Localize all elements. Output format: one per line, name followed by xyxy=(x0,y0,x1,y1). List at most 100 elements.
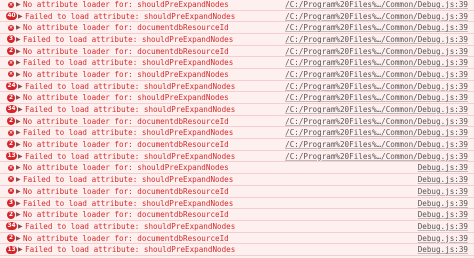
console-message-row[interactable]: × ▶ No attribute loader for: shouldPreExpa… xyxy=(0,0,474,11)
source-link[interactable]: /C:/Program%20Files%…/Common/Debug.js:39 xyxy=(285,0,468,11)
source-link[interactable]: /C:/Program%20Files%…/Common/Debug.js:39 xyxy=(285,34,468,46)
expand-triangle-icon[interactable]: ▶ xyxy=(18,81,23,93)
repeat-count-badge: 2 xyxy=(7,233,15,242)
console-message-row[interactable]: × ▶ No attribute loader for: documentdbRes… xyxy=(0,185,474,198)
console-message-text: No attribute loader for: shouldPreExpand… xyxy=(23,0,229,9)
console-message-row[interactable]: 3 ▶ Failed to load attribute: shouldPreExp… xyxy=(0,33,474,46)
error-circle-icon: × xyxy=(8,176,14,183)
console-message-text: No attribute loader for: shouldPreExpand… xyxy=(23,93,229,103)
console-message-text: No attribute loader for: shouldPreExpand… xyxy=(23,69,229,79)
expand-triangle-icon[interactable]: ▶ xyxy=(16,139,21,151)
console-message-row[interactable]: 13 ▶ Failed to load attribute: shouldPreEx… xyxy=(0,150,474,163)
expand-triangle-icon[interactable]: ▶ xyxy=(16,198,21,210)
console-message-row[interactable]: 34 ▶ Failed to load attribute: shouldPreEx… xyxy=(0,220,474,233)
source-link[interactable]: Debug.js:39 xyxy=(418,209,468,221)
expand-triangle-icon[interactable]: ▶ xyxy=(18,104,23,116)
console-message-row[interactable]: 3 ▶ Failed to load attribute: shouldPreExp… xyxy=(0,197,474,210)
expand-triangle-icon[interactable]: ▶ xyxy=(16,186,21,198)
error-circle-icon: × xyxy=(8,188,14,195)
repeat-count-badge: 2 xyxy=(7,210,15,219)
expand-triangle-icon[interactable]: ▶ xyxy=(16,69,21,81)
console-message-text: No attribute loader for: documentdbResou… xyxy=(23,210,229,220)
console-message-text: Failed to load attribute: shouldPreExpan… xyxy=(25,151,236,161)
error-circle-icon: × xyxy=(8,1,14,8)
source-link[interactable]: Debug.js:39 xyxy=(418,162,468,174)
console-message-row[interactable]: 40 ▶ Failed to load attribute: shouldPreEx… xyxy=(0,10,474,23)
expand-triangle-icon[interactable]: ▶ xyxy=(16,34,21,46)
console-message-row[interactable]: 34 ▶ Failed to load attribute: shouldPreEx… xyxy=(0,104,474,116)
error-circle-icon: × xyxy=(8,59,14,66)
console-message-row[interactable]: × ▶ Failed to load attribute: shouldPreExp… xyxy=(0,57,474,69)
console-message-text: Failed to load attribute: shouldPreExpan… xyxy=(23,175,234,185)
source-link[interactable]: /C:/Program%20Files%…/Common/Debug.js:39 xyxy=(285,127,468,139)
expand-triangle-icon[interactable]: ▶ xyxy=(18,11,23,23)
console-message-row[interactable]: 2 ▶ No attribute loader for: shouldPreExpa… xyxy=(0,92,474,104)
expand-triangle-icon[interactable]: ▶ xyxy=(16,116,21,128)
console-message-row[interactable]: × ▶ No attribute loader for: documentdbRes… xyxy=(0,22,474,34)
console-message-row[interactable]: 2 ▶ No attribute loader for: documentdbRes… xyxy=(0,232,474,245)
console-message-text: No attribute loader for: documentdbResou… xyxy=(23,186,229,196)
error-circle-icon: × xyxy=(8,164,14,171)
expand-triangle-icon[interactable]: ▶ xyxy=(16,174,21,186)
expand-triangle-icon[interactable]: ▶ xyxy=(18,244,23,256)
expand-triangle-icon[interactable]: ▶ xyxy=(16,233,21,245)
error-circle-icon: × xyxy=(8,129,14,136)
console-log-list: × ▶ No attribute loader for: shouldPreExpa… xyxy=(0,0,474,258)
source-link[interactable]: /C:/Program%20Files%…/Common/Debug.js:39 xyxy=(285,104,468,116)
console-message-row[interactable]: 2 ▶ No attribute loader for: documentdbRes… xyxy=(0,45,474,58)
console-message-text: Failed to load attribute: shouldPreExpan… xyxy=(25,221,236,231)
expand-triangle-icon[interactable]: ▶ xyxy=(18,221,23,233)
console-message-row[interactable]: 2 ▶ No attribute loader for: documentdbRes… xyxy=(0,209,474,221)
console-message-row[interactable]: 2 ▶ No attribute loader for: documentdbRes… xyxy=(0,139,474,151)
console-message-text: No attribute loader for: documentdbResou… xyxy=(23,233,229,243)
console-message-text: Failed to load attribute: shouldPreExpan… xyxy=(23,58,234,68)
source-link[interactable]: /C:/Program%20Files%…/Common/Debug.js:39 xyxy=(285,57,468,69)
repeat-count-badge: 2 xyxy=(7,93,15,102)
repeat-count-badge: 24 xyxy=(6,81,18,90)
console-message-row[interactable]: 24 ▶ Failed to load attribute: shouldPreEx… xyxy=(0,80,474,93)
expand-triangle-icon[interactable]: ▶ xyxy=(16,92,21,104)
console-message-row[interactable]: × ▶ No attribute loader for: shouldPreExpa… xyxy=(0,162,474,175)
repeat-count-badge: 34 xyxy=(6,222,18,231)
source-link[interactable]: Debug.js:39 xyxy=(418,221,468,233)
console-message-row[interactable]: × ▶ No attribute loader for: shouldPreExpa… xyxy=(0,68,474,81)
source-link[interactable]: /C:/Program%20Files%…/Common/Debug.js:39 xyxy=(285,139,468,151)
error-circle-icon: × xyxy=(8,71,14,78)
source-link[interactable]: Debug.js:39 xyxy=(418,233,468,245)
console-message-text: Failed to load attribute: shouldPreExpan… xyxy=(23,34,234,44)
console-message-text: No attribute loader for: documentdbResou… xyxy=(23,23,229,33)
source-link[interactable]: Debug.js:39 xyxy=(418,186,468,198)
expand-triangle-icon[interactable]: ▶ xyxy=(16,22,21,34)
repeat-count-badge: 40 xyxy=(6,11,18,20)
source-link[interactable]: /C:/Program%20Files%…/Common/Debug.js:39 xyxy=(285,46,468,58)
console-message-text: Failed to load attribute: shouldPreExpan… xyxy=(25,245,236,255)
expand-triangle-icon[interactable]: ▶ xyxy=(16,209,21,221)
source-link[interactable]: /C:/Program%20Files%…/Common/Debug.js:39 xyxy=(285,81,468,93)
source-link[interactable]: /C:/Program%20Files%…/Common/Debug.js:39 xyxy=(285,151,468,163)
expand-triangle-icon[interactable]: ▶ xyxy=(16,127,21,139)
console-message-row[interactable]: 13 ▶ Failed to load attribute: shouldPreEx… xyxy=(0,244,474,256)
source-link[interactable]: Debug.js:39 xyxy=(418,198,468,210)
expand-triangle-icon[interactable]: ▶ xyxy=(16,57,21,69)
source-link[interactable]: /C:/Program%20Files%…/Common/Debug.js:39 xyxy=(285,11,468,23)
source-link[interactable]: /C:/Program%20Files%…/Common/Debug.js:39 xyxy=(285,69,468,81)
console-message-text: No attribute loader for: documentdbResou… xyxy=(23,46,229,56)
repeat-count-badge: 3 xyxy=(7,35,15,44)
console-message-row[interactable]: × ▶ Failed to load attribute: shouldPreExp… xyxy=(0,127,474,140)
repeat-count-badge: 2 xyxy=(7,46,15,55)
console-message-text: Failed to load attribute: shouldPreExpan… xyxy=(23,198,234,208)
expand-triangle-icon[interactable]: ▶ xyxy=(16,162,21,174)
source-link[interactable]: Debug.js:39 xyxy=(418,174,468,186)
expand-triangle-icon[interactable]: ▶ xyxy=(16,0,21,11)
console-message-row[interactable]: × ▶ Failed to load attribute: shouldPreExp… xyxy=(0,174,474,186)
error-circle-icon: × xyxy=(8,24,14,31)
expand-triangle-icon[interactable]: ▶ xyxy=(18,151,23,163)
source-link[interactable]: /C:/Program%20Files%…/Common/Debug.js:39 xyxy=(285,22,468,34)
console-message-row[interactable]: 2 ▶ No attribute loader for: documentdbRes… xyxy=(0,115,474,128)
source-link[interactable]: /C:/Program%20Files%…/Common/Debug.js:39 xyxy=(285,92,468,104)
console-message-text: Failed to load attribute: shouldPreExpan… xyxy=(25,11,236,21)
source-link[interactable]: /C:/Program%20Files%…/Common/Debug.js:39 xyxy=(285,116,468,128)
source-link[interactable]: Debug.js:39 xyxy=(418,244,468,256)
repeat-count-badge: 34 xyxy=(6,105,18,114)
expand-triangle-icon[interactable]: ▶ xyxy=(16,46,21,58)
